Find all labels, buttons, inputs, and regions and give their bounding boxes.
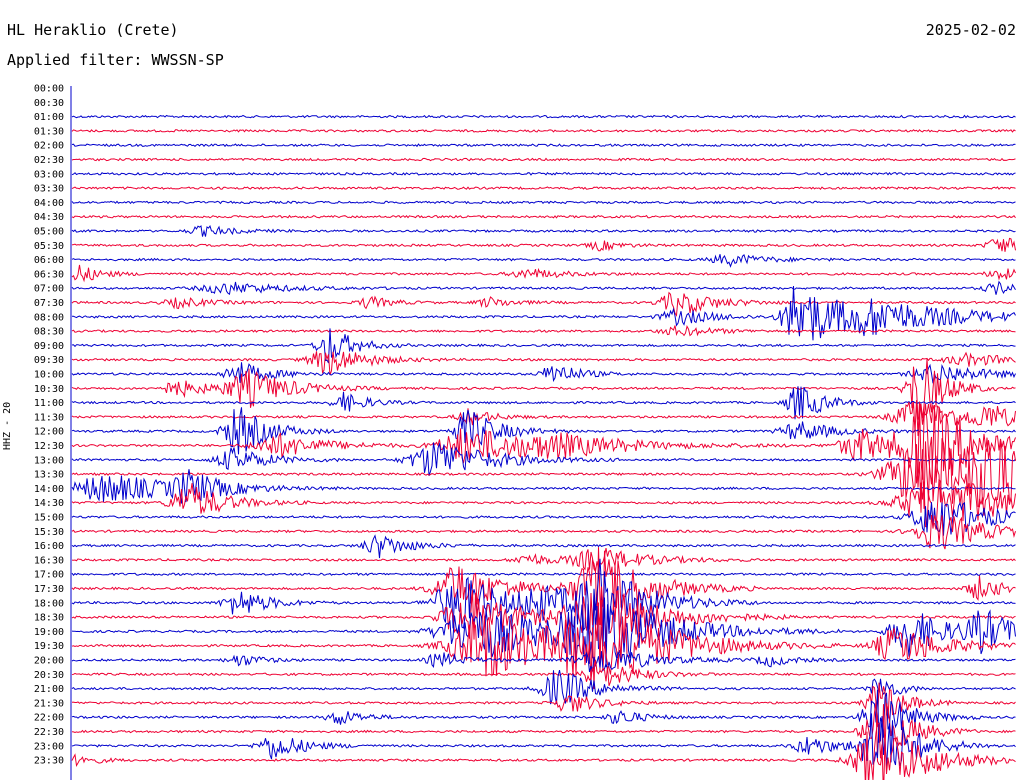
time-label: 16:00 [34,541,64,552]
time-label: 09:30 [34,355,64,366]
time-label: 02:00 [34,141,64,152]
time-label: 10:00 [34,370,64,381]
time-label: 05:30 [34,241,64,252]
time-label: 03:30 [34,184,64,195]
trace-line [71,358,1016,420]
time-label: 07:30 [34,298,64,309]
time-label: 10:30 [34,384,64,395]
trace-line [71,254,1016,268]
time-label: 16:30 [34,555,64,566]
trace-line [71,186,1016,190]
trace-line [71,157,1016,162]
time-label: 23:00 [34,741,64,752]
trace-line [71,143,1016,148]
time-label: 19:00 [34,627,64,638]
seismogram-drum: 00:00 00:30 01:00 01:30 02:00 02:30 03:00 03:30… [34,84,1016,780]
time-label: 23:30 [34,756,64,767]
trace-line [71,225,1016,237]
time-label: 15:30 [34,527,64,538]
time-label: 04:30 [34,212,64,223]
time-label: 12:00 [34,427,64,438]
time-label: 08:30 [34,327,64,338]
trace-line [71,171,1016,176]
trace-line [71,514,1016,550]
time-label: 22:30 [34,727,64,738]
time-label: 13:00 [34,455,64,466]
time-label: 08:00 [34,312,64,323]
time-label: 21:30 [34,698,64,709]
time-label: 19:30 [34,641,64,652]
time-label: 06:30 [34,269,64,280]
trace-line [71,200,1016,205]
trace-line [71,114,1016,119]
trace-line [71,572,1016,577]
time-label: 15:00 [34,513,64,524]
trace-line [71,291,1016,317]
time-label: 07:00 [34,284,64,295]
time-label: 02:30 [34,155,64,166]
trace-line [71,594,1016,668]
trace-line [71,403,1016,485]
time-label: 09:00 [34,341,64,352]
trace-line [71,129,1016,133]
time-label: 01:00 [34,112,64,123]
trace-line [71,214,1016,219]
trace-line [71,548,1016,573]
time-label: 00:30 [34,98,64,109]
time-label: 03:00 [34,169,64,180]
time-label: 17:00 [34,570,64,581]
time-label: 06:00 [34,255,64,266]
time-label: 21:00 [34,684,64,695]
time-label: 14:30 [34,498,64,509]
time-label: 17:30 [34,584,64,595]
time-label: 04:00 [34,198,64,209]
time-label: 11:00 [34,398,64,409]
time-label: 05:00 [34,227,64,238]
trace-line [71,386,1016,420]
time-label: 22:00 [34,713,64,724]
time-label: 18:30 [34,613,64,624]
trace-line [71,237,1016,252]
time-label: 20:30 [34,670,64,681]
trace-line [72,285,1016,341]
time-label: 13:30 [34,470,64,481]
trace-line [71,362,1016,384]
trace-line [71,659,1016,686]
time-label: 11:30 [34,412,64,423]
trace-line [71,264,1016,283]
time-label: 14:00 [34,484,64,495]
time-label: 12:30 [34,441,64,452]
trace-line [71,534,1016,559]
time-label: 00:00 [34,84,64,95]
time-label: 01:30 [34,126,64,137]
trace-line [71,280,1016,296]
time-label: 18:00 [34,598,64,609]
trace-line [71,328,1016,364]
time-label: 20:00 [34,656,64,667]
